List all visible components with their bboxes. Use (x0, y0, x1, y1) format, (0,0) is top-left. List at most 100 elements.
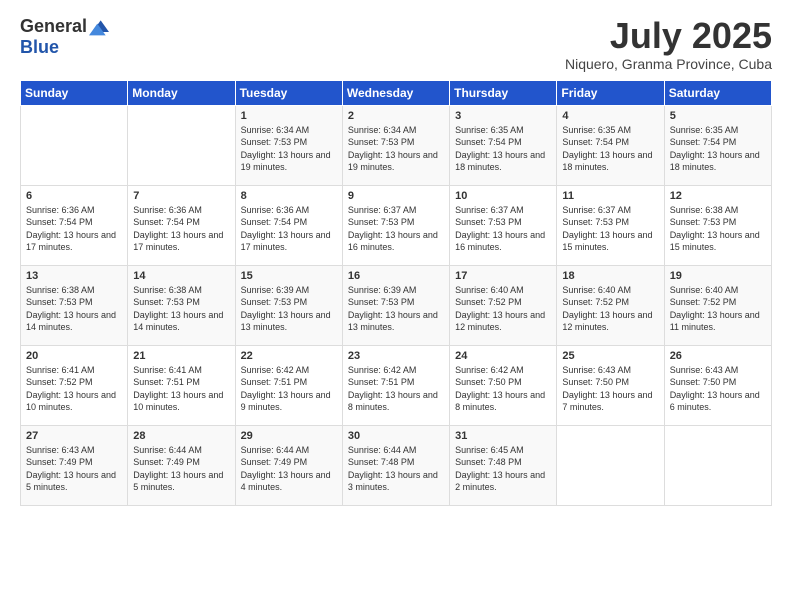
calendar-cell (557, 425, 664, 505)
day-info: Sunrise: 6:43 AM Sunset: 7:50 PM Dayligh… (562, 364, 658, 414)
week-row-5: 27 Sunrise: 6:43 AM Sunset: 7:49 PM Dayli… (21, 425, 772, 505)
day-number: 11 (562, 190, 658, 202)
day-number: 16 (348, 270, 444, 282)
day-info: Sunrise: 6:41 AM Sunset: 7:51 PM Dayligh… (133, 364, 229, 414)
calendar-cell: 3 Sunrise: 6:35 AM Sunset: 7:54 PM Daylig… (450, 105, 557, 185)
day-number: 9 (348, 190, 444, 202)
day-number: 8 (241, 190, 337, 202)
day-number: 1 (241, 110, 337, 122)
day-info: Sunrise: 6:38 AM Sunset: 7:53 PM Dayligh… (670, 204, 766, 254)
day-number: 10 (455, 190, 551, 202)
day-info: Sunrise: 6:41 AM Sunset: 7:52 PM Dayligh… (26, 364, 122, 414)
calendar-table: SundayMondayTuesdayWednesdayThursdayFrid… (20, 80, 772, 506)
weekday-header-row: SundayMondayTuesdayWednesdayThursdayFrid… (21, 80, 772, 105)
day-number: 29 (241, 430, 337, 442)
day-number: 26 (670, 350, 766, 362)
weekday-friday: Friday (557, 80, 664, 105)
day-number: 18 (562, 270, 658, 282)
logo-general: General (20, 16, 87, 37)
calendar-cell: 24 Sunrise: 6:42 AM Sunset: 7:50 PM Dayli… (450, 345, 557, 425)
day-number: 20 (26, 350, 122, 362)
day-info: Sunrise: 6:40 AM Sunset: 7:52 PM Dayligh… (455, 284, 551, 334)
calendar-cell (21, 105, 128, 185)
day-number: 30 (348, 430, 444, 442)
calendar-cell: 25 Sunrise: 6:43 AM Sunset: 7:50 PM Dayli… (557, 345, 664, 425)
calendar-cell: 18 Sunrise: 6:40 AM Sunset: 7:52 PM Dayli… (557, 265, 664, 345)
day-info: Sunrise: 6:44 AM Sunset: 7:49 PM Dayligh… (241, 444, 337, 494)
logo-icon (89, 17, 109, 37)
location: Niquero, Granma Province, Cuba (565, 56, 772, 72)
calendar-cell: 2 Sunrise: 6:34 AM Sunset: 7:53 PM Daylig… (342, 105, 449, 185)
calendar-cell: 17Sunrise: 6:40 AM Sunset: 7:52 PM Dayli… (450, 265, 557, 345)
day-number: 21 (133, 350, 229, 362)
calendar-cell: 8 Sunrise: 6:36 AM Sunset: 7:54 PM Daylig… (235, 185, 342, 265)
weekday-monday: Monday (128, 80, 235, 105)
weekday-tuesday: Tuesday (235, 80, 342, 105)
page: General Blue July 2025 Niquero, Granma P… (0, 0, 792, 612)
calendar-cell: 20 Sunrise: 6:41 AM Sunset: 7:52 PM Dayli… (21, 345, 128, 425)
calendar-cell: 14 Sunrise: 6:38 AM Sunset: 7:53 PM Dayli… (128, 265, 235, 345)
day-info: Sunrise: 6:37 AM Sunset: 7:53 PM Dayligh… (348, 204, 444, 254)
day-number: 3 (455, 110, 551, 122)
day-number: 23 (348, 350, 444, 362)
header: General Blue July 2025 Niquero, Granma P… (20, 16, 772, 72)
calendar-cell: 16 Sunrise: 6:39 AM Sunset: 7:53 PM Dayli… (342, 265, 449, 345)
day-number: 14 (133, 270, 229, 282)
calendar-cell: 23 Sunrise: 6:42 AM Sunset: 7:51 PM Dayli… (342, 345, 449, 425)
calendar-cell: 31 Sunrise: 6:45 AM Sunset: 7:48 PM Dayli… (450, 425, 557, 505)
day-info: Sunrise: 6:37 AM Sunset: 7:53 PM Dayligh… (455, 204, 551, 254)
day-info: Sunrise: 6:40 AM Sunset: 7:52 PM Dayligh… (670, 284, 766, 334)
day-info: Sunrise: 6:38 AM Sunset: 7:53 PM Dayligh… (133, 284, 229, 334)
calendar-cell: 21 Sunrise: 6:41 AM Sunset: 7:51 PM Dayli… (128, 345, 235, 425)
logo-text: General Blue (20, 16, 109, 58)
title-area: July 2025 Niquero, Granma Province, Cuba (565, 16, 772, 72)
day-info: Sunrise: 6:44 AM Sunset: 7:48 PM Dayligh… (348, 444, 444, 494)
logo-blue: Blue (20, 37, 59, 57)
day-info: Sunrise: 6:42 AM Sunset: 7:51 PM Dayligh… (348, 364, 444, 414)
day-info: Sunrise: 6:44 AM Sunset: 7:49 PM Dayligh… (133, 444, 229, 494)
calendar-cell: 4Sunrise: 6:35 AM Sunset: 7:54 PM Daylig… (557, 105, 664, 185)
day-info: Sunrise: 6:36 AM Sunset: 7:54 PM Dayligh… (241, 204, 337, 254)
calendar-cell: 29 Sunrise: 6:44 AM Sunset: 7:49 PM Dayli… (235, 425, 342, 505)
day-info: Sunrise: 6:42 AM Sunset: 7:51 PM Dayligh… (241, 364, 337, 414)
calendar-cell (664, 425, 771, 505)
calendar-cell: 13Sunrise: 6:38 AM Sunset: 7:53 PM Dayli… (21, 265, 128, 345)
calendar-cell: 1 Sunrise: 6:34 AM Sunset: 7:53 PM Daylig… (235, 105, 342, 185)
day-number: 27 (26, 430, 122, 442)
month-title: July 2025 (565, 16, 772, 56)
calendar-cell: 26Sunrise: 6:43 AM Sunset: 7:50 PM Dayli… (664, 345, 771, 425)
day-number: 25 (562, 350, 658, 362)
day-info: Sunrise: 6:34 AM Sunset: 7:53 PM Dayligh… (348, 124, 444, 174)
day-info: Sunrise: 6:36 AM Sunset: 7:54 PM Dayligh… (133, 204, 229, 254)
day-number: 31 (455, 430, 551, 442)
day-info: Sunrise: 6:35 AM Sunset: 7:54 PM Dayligh… (670, 124, 766, 174)
day-info: Sunrise: 6:35 AM Sunset: 7:54 PM Dayligh… (455, 124, 551, 174)
day-number: 15 (241, 270, 337, 282)
day-info: Sunrise: 6:36 AM Sunset: 7:54 PM Dayligh… (26, 204, 122, 254)
week-row-3: 13Sunrise: 6:38 AM Sunset: 7:53 PM Dayli… (21, 265, 772, 345)
day-number: 2 (348, 110, 444, 122)
day-number: 24 (455, 350, 551, 362)
day-info: Sunrise: 6:45 AM Sunset: 7:48 PM Dayligh… (455, 444, 551, 494)
calendar-cell: 27 Sunrise: 6:43 AM Sunset: 7:49 PM Dayli… (21, 425, 128, 505)
day-info: Sunrise: 6:34 AM Sunset: 7:53 PM Dayligh… (241, 124, 337, 174)
calendar-cell (128, 105, 235, 185)
calendar-cell: 6Sunrise: 6:36 AM Sunset: 7:54 PM Daylig… (21, 185, 128, 265)
day-number: 4 (562, 110, 658, 122)
calendar-cell: 10 Sunrise: 6:37 AM Sunset: 7:53 PM Dayli… (450, 185, 557, 265)
calendar-cell: 5Sunrise: 6:35 AM Sunset: 7:54 PM Daylig… (664, 105, 771, 185)
week-row-1: 1 Sunrise: 6:34 AM Sunset: 7:53 PM Daylig… (21, 105, 772, 185)
calendar-cell: 9 Sunrise: 6:37 AM Sunset: 7:53 PM Daylig… (342, 185, 449, 265)
calendar-cell: 22Sunrise: 6:42 AM Sunset: 7:51 PM Dayli… (235, 345, 342, 425)
calendar-cell: 19Sunrise: 6:40 AM Sunset: 7:52 PM Dayli… (664, 265, 771, 345)
weekday-thursday: Thursday (450, 80, 557, 105)
day-info: Sunrise: 6:42 AM Sunset: 7:50 PM Dayligh… (455, 364, 551, 414)
week-row-2: 6Sunrise: 6:36 AM Sunset: 7:54 PM Daylig… (21, 185, 772, 265)
day-info: Sunrise: 6:40 AM Sunset: 7:52 PM Dayligh… (562, 284, 658, 334)
day-info: Sunrise: 6:39 AM Sunset: 7:53 PM Dayligh… (241, 284, 337, 334)
day-info: Sunrise: 6:37 AM Sunset: 7:53 PM Dayligh… (562, 204, 658, 254)
day-info: Sunrise: 6:43 AM Sunset: 7:49 PM Dayligh… (26, 444, 122, 494)
calendar-cell: 28Sunrise: 6:44 AM Sunset: 7:49 PM Dayli… (128, 425, 235, 505)
weekday-saturday: Saturday (664, 80, 771, 105)
day-info: Sunrise: 6:39 AM Sunset: 7:53 PM Dayligh… (348, 284, 444, 334)
